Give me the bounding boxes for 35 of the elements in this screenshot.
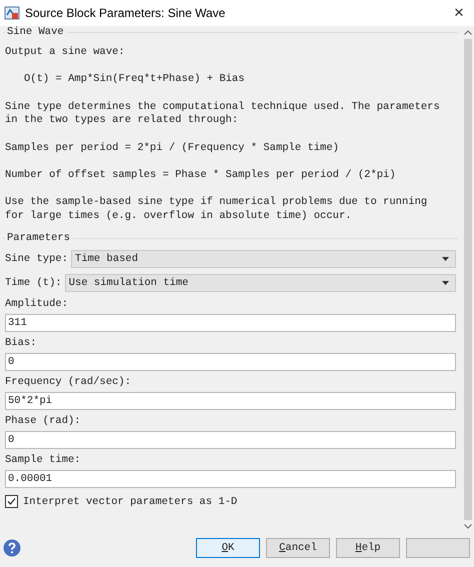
app-icon [4,5,20,21]
checkbox[interactable] [5,495,18,508]
description-text: Sine type determines the computational technique used. The parameters in the two types are related through: [5,100,441,128]
group-title: Parameters [6,232,72,244]
description-text: O(t) = Amp*Sin(Freq*t+Phase) + Bias [23,73,246,87]
input-field[interactable]: 0 [5,431,456,450]
close-button[interactable]: ✕ [444,0,474,26]
field-label: Time (t): [5,277,62,290]
description-text: Use the sample-based sine type if numerical problems due to running for large times (e.g. overflow in absolute time) occur. [5,196,428,224]
scroll-down-icon[interactable] [464,524,472,529]
caret-icon [442,257,449,262]
description-text: Samples per period = 2*pi / (Frequency * Sample time) [5,142,340,156]
field-label: Bias: [5,337,38,350]
dropdown[interactable]: Use simulation time [64,274,456,292]
caret-icon [442,281,449,286]
dialog-button[interactable]: Help [336,538,400,558]
field-label: Sine type: [5,253,68,266]
input-field[interactable]: 311 [5,314,456,332]
help-icon[interactable] [3,539,21,557]
field-label: Phase (rad): [5,415,82,428]
window-title: Source Block Parameters: Sine Wave [25,6,226,20]
checkbox-label: Interpret vector parameters as 1-D [23,496,238,508]
scroll-up-icon[interactable] [464,30,472,35]
input-field[interactable]: 0 [5,353,456,372]
field-label: Frequency (rad/sec): [5,376,132,390]
description-text: Output a sine wave: [5,46,126,60]
input-field[interactable]: 0.00001 [5,470,456,488]
description-text: Number of offset samples = Phase * Samples per period / (2*pi) [5,169,397,182]
input-field[interactable]: 50*2*pi [5,392,456,410]
dialog-button[interactable]: Cancel [266,538,330,558]
dropdown[interactable]: Time based [71,250,456,268]
dialog-button[interactable]: OK [196,538,260,558]
field-label: Amplitude: [5,298,70,312]
group-title: Sine Wave [6,26,65,38]
field-label: Sample time: [5,454,82,468]
